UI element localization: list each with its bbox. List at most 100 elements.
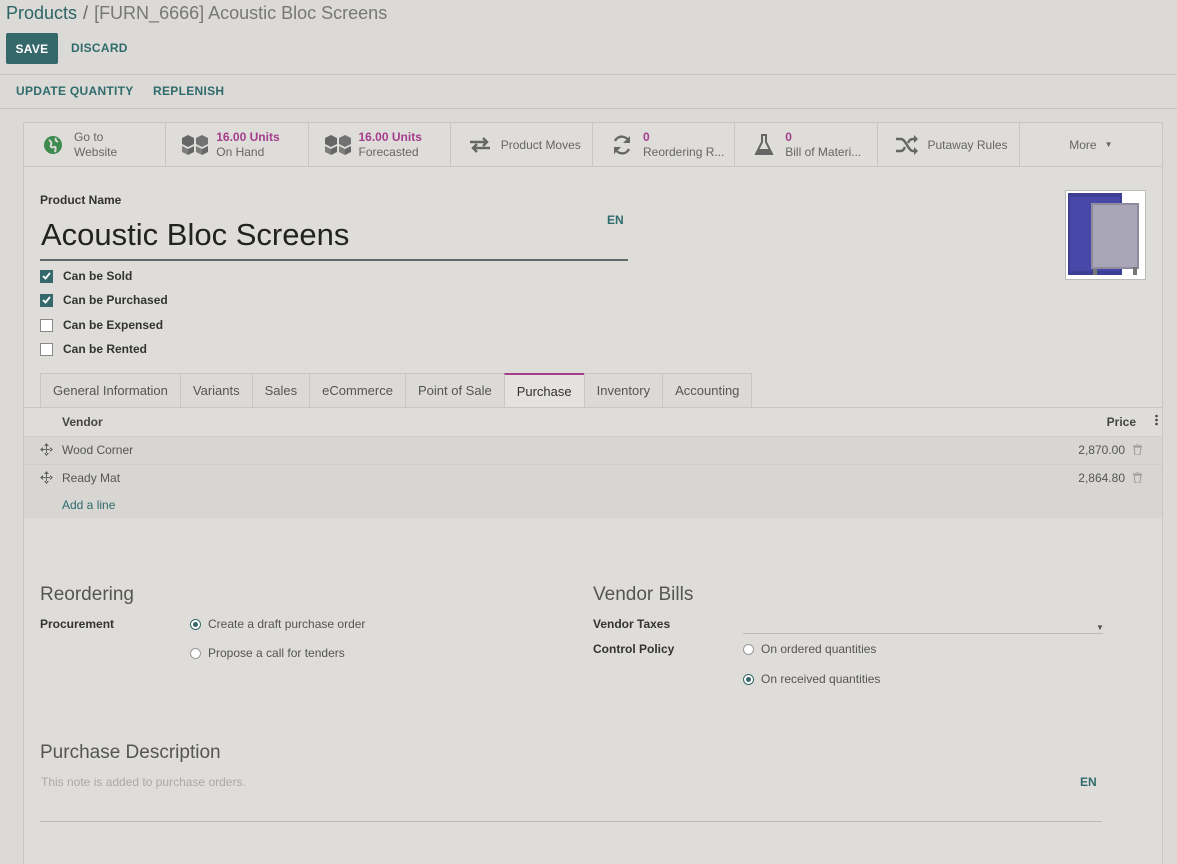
table-row[interactable]: Wood Corner 2,870.00	[24, 436, 1162, 463]
checkbox-checked-icon	[40, 269, 53, 283]
notebook-tabs: General Information Variants Sales eComm…	[40, 373, 753, 407]
breadcrumb-separator: /	[83, 3, 89, 23]
update-quantity-button[interactable]: UPDATE QUANTITY	[16, 84, 134, 98]
purchase-description-input[interactable]: This note is added to purchase orders.	[41, 775, 246, 789]
checkbox-checked-icon	[40, 293, 53, 307]
control-policy-ordered[interactable]: On ordered quantities	[743, 642, 876, 656]
breadcrumb-products-link[interactable]: Products	[6, 3, 77, 23]
save-button[interactable]: SAVE	[6, 33, 58, 64]
checkbox-label: Can be Sold	[63, 269, 133, 283]
radio-selected-icon	[743, 673, 754, 685]
tab-ecommerce[interactable]: eCommerce	[309, 373, 406, 407]
replenish-button[interactable]: REPLENISH	[153, 84, 224, 98]
radio-unselected-icon	[190, 647, 201, 659]
optional-columns-icon[interactable]	[1155, 414, 1158, 429]
vendor-name: Ready Mat	[62, 471, 121, 485]
refresh-icon	[607, 133, 637, 157]
divider	[0, 74, 1177, 75]
procurement-label: Procurement	[40, 617, 115, 631]
stat-value: 16.00 Units	[358, 129, 422, 144]
tab-variants[interactable]: Variants	[179, 373, 253, 407]
drag-handle-icon[interactable]	[40, 443, 53, 459]
tab-purchase[interactable]: Purchase	[503, 373, 585, 407]
can-be-sold-checkbox[interactable]: Can be Sold	[40, 269, 132, 283]
flask-icon	[749, 133, 779, 157]
discard-button[interactable]: DISCARD	[71, 41, 128, 55]
radio-unselected-icon	[743, 643, 754, 655]
radio-selected-icon	[190, 618, 201, 630]
stat-value: 0	[785, 129, 792, 144]
product-image[interactable]	[1065, 190, 1146, 280]
exchange-icon	[465, 133, 495, 157]
trash-icon[interactable]	[1133, 471, 1142, 486]
stat-label: Forecasted	[358, 144, 419, 159]
purchase-description-title: Purchase Description	[40, 742, 221, 763]
column-header-vendor[interactable]: Vendor	[62, 415, 103, 429]
product-name-input[interactable]: Acoustic Bloc Screens	[40, 215, 628, 261]
vendor-price: 2,870.00	[1078, 443, 1125, 457]
putaway-rules-button[interactable]: Putaway Rules	[878, 123, 1020, 166]
divider	[0, 108, 1177, 109]
stat-label: Product Moves	[500, 137, 581, 152]
form-sheet: Go to Website 16.00 Units On Hand 16.00 Un…	[23, 122, 1163, 864]
stat-label: Go to	[74, 129, 104, 144]
tab-point-of-sale[interactable]: Point of Sale	[404, 373, 505, 407]
radio-label: Propose a call for tenders	[208, 646, 345, 660]
table-row[interactable]: Ready Mat 2,864.80	[24, 464, 1162, 491]
tab-general-information[interactable]: General Information	[40, 373, 181, 407]
stat-value: 0	[643, 129, 650, 144]
tab-inventory[interactable]: Inventory	[583, 373, 664, 407]
caret-down-icon[interactable]: ▼	[1096, 623, 1104, 632]
vendor-price: 2,864.80	[1078, 471, 1125, 485]
control-policy-label: Control Policy	[593, 642, 675, 656]
trash-icon[interactable]	[1133, 443, 1142, 458]
add-a-line-link[interactable]: Add a line	[62, 498, 115, 512]
vendor-name: Wood Corner	[62, 443, 134, 457]
tab-sales[interactable]: Sales	[251, 373, 311, 407]
stat-button-box: Go to Website 16.00 Units On Hand 16.00 Un…	[24, 123, 1162, 167]
reordering-section-title: Reordering	[40, 584, 134, 605]
radio-label: On ordered quantities	[761, 642, 877, 656]
stat-label: Website	[74, 144, 118, 159]
stat-label: Bill of Materi...	[785, 144, 862, 159]
more-dropdown-button[interactable]: More ▼	[1020, 123, 1162, 166]
translate-button[interactable]: EN	[607, 213, 624, 227]
stat-label: On Hand	[216, 144, 265, 159]
on-hand-button[interactable]: 16.00 Units On Hand	[166, 123, 309, 166]
stat-label: Putaway Rules	[927, 137, 1008, 152]
product-moves-button[interactable]: Product Moves	[451, 123, 593, 166]
radio-label: Create a draft purchase order	[208, 617, 366, 631]
purchase-description-underline	[40, 821, 1102, 822]
can-be-rented-checkbox[interactable]: Can be Rented	[40, 342, 147, 356]
bill-of-materials-button[interactable]: 0 Bill of Materi...	[735, 123, 878, 166]
stat-label: Reordering R...	[643, 144, 725, 159]
checkbox-label: Can be Expensed	[63, 318, 164, 332]
vendor-taxes-underline	[743, 633, 1103, 634]
reordering-rules-button[interactable]: 0 Reordering R...	[593, 123, 736, 166]
random-icon	[892, 133, 922, 157]
control-policy-received[interactable]: On received quantities	[743, 672, 880, 686]
checkbox-unchecked-icon	[40, 342, 53, 356]
procurement-option-call-for-tenders[interactable]: Propose a call for tenders	[190, 646, 345, 660]
vendor-taxes-select[interactable]	[743, 615, 1103, 633]
vendor-taxes-label: Vendor Taxes	[593, 617, 671, 631]
stat-value: 16.00 Units	[216, 129, 280, 144]
product-name-label: Product Name	[40, 193, 122, 207]
tab-accounting[interactable]: Accounting	[662, 373, 753, 407]
drag-handle-icon[interactable]	[40, 471, 53, 487]
translate-button[interactable]: EN	[1080, 775, 1097, 789]
column-header-price[interactable]: Price	[1107, 415, 1136, 429]
checkbox-label: Can be Purchased	[63, 293, 168, 307]
vendor-table-header: Vendor Price	[24, 408, 1162, 436]
can-be-purchased-checkbox[interactable]: Can be Purchased	[40, 293, 168, 307]
globe-icon	[38, 133, 68, 157]
forecasted-button[interactable]: 16.00 Units Forecasted	[309, 123, 451, 166]
checkbox-unchecked-icon	[40, 318, 53, 332]
cubes-icon	[180, 133, 210, 157]
breadcrumb-current: [FURN_6666] Acoustic Bloc Screens	[94, 3, 388, 23]
procurement-option-draft-po[interactable]: Create a draft purchase order	[190, 617, 365, 631]
go-to-website-button[interactable]: Go to Website	[24, 123, 167, 166]
cubes-icon	[323, 133, 353, 157]
checkbox-label: Can be Rented	[63, 342, 148, 356]
can-be-expensed-checkbox[interactable]: Can be Expensed	[40, 318, 163, 332]
